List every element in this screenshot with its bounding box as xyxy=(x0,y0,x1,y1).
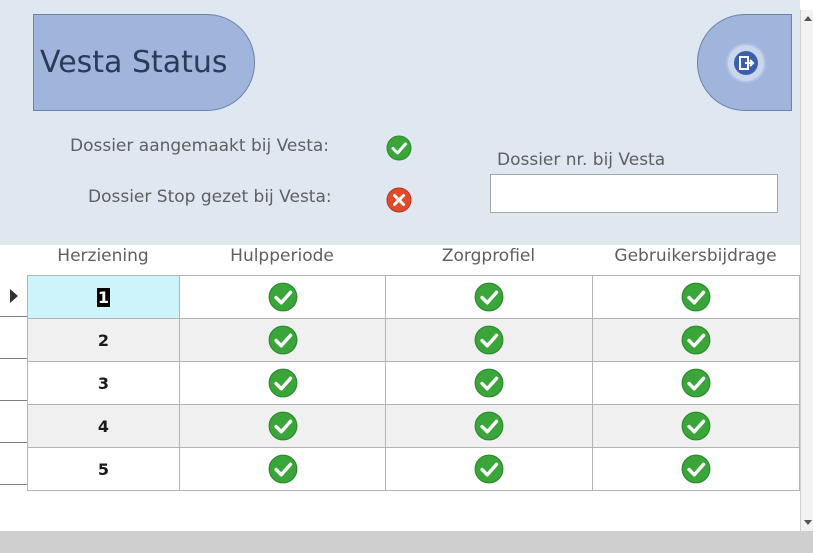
zorgprofiel-cell[interactable] xyxy=(385,275,593,319)
table-row[interactable]: 5 xyxy=(27,447,800,491)
herziening-cell[interactable]: 2 xyxy=(27,318,180,362)
herziening-value: 4 xyxy=(97,416,110,436)
check-icon xyxy=(681,282,711,312)
zorgprofiel-cell[interactable] xyxy=(385,361,593,405)
gebruikersbijdrage-cell[interactable] xyxy=(592,318,800,362)
check-icon xyxy=(681,368,711,398)
gebruikersbijdrage-cell[interactable] xyxy=(592,275,800,319)
gebruikersbijdrage-cell[interactable] xyxy=(592,404,800,448)
column-header-herziening: Herziening xyxy=(57,246,149,266)
row-selector[interactable] xyxy=(0,275,27,317)
error-icon xyxy=(386,187,412,213)
hulpperiode-cell[interactable] xyxy=(179,361,386,405)
dossier-nr-label: Dossier nr. bij Vesta xyxy=(497,150,666,170)
check-icon xyxy=(474,282,504,312)
zorgprofiel-cell[interactable] xyxy=(385,318,593,362)
zorgprofiel-cell[interactable] xyxy=(385,404,593,448)
check-icon xyxy=(268,454,298,484)
check-icon xyxy=(681,325,711,355)
row-selector[interactable] xyxy=(0,359,27,401)
check-icon xyxy=(386,135,412,161)
vertical-scrollbar[interactable] xyxy=(800,10,813,531)
column-header-gebruikersbijdrage: Gebruikersbijdrage xyxy=(614,246,777,266)
table-row[interactable]: 3 xyxy=(27,361,800,405)
exit-icon xyxy=(726,43,766,83)
herziening-grid: 1 2 3 4 5 xyxy=(27,275,800,491)
form-title: Vesta Status xyxy=(33,14,255,111)
stopped-label: Dossier Stop gezet bij Vesta: xyxy=(88,187,332,207)
row-selector[interactable] xyxy=(0,443,27,485)
check-icon xyxy=(474,454,504,484)
gebruikersbijdrage-cell[interactable] xyxy=(592,361,800,405)
hulpperiode-cell[interactable] xyxy=(179,318,386,362)
check-icon xyxy=(681,411,711,441)
herziening-cell[interactable]: 3 xyxy=(27,361,180,405)
column-header-zorgprofiel: Zorgprofiel xyxy=(441,246,536,266)
form-title-text: Vesta Status xyxy=(40,45,228,80)
check-icon xyxy=(268,325,298,355)
check-icon xyxy=(268,411,298,441)
table-row[interactable]: 2 xyxy=(27,318,800,362)
herziening-cell[interactable]: 1 xyxy=(27,275,180,319)
check-icon xyxy=(681,454,711,484)
check-icon xyxy=(474,325,504,355)
row-selector[interactable] xyxy=(0,317,27,359)
herziening-value: 1 xyxy=(96,287,111,307)
gebruikersbijdrage-cell[interactable] xyxy=(592,447,800,491)
hulpperiode-cell[interactable] xyxy=(179,404,386,448)
hulpperiode-cell[interactable] xyxy=(179,447,386,491)
created-label: Dossier aangemaakt bij Vesta: xyxy=(70,136,330,156)
check-icon xyxy=(268,368,298,398)
row-selector[interactable] xyxy=(0,401,27,443)
table-row[interactable]: 4 xyxy=(27,404,800,448)
herziening-value: 3 xyxy=(97,373,110,393)
check-icon xyxy=(268,282,298,312)
dossier-nr-field[interactable] xyxy=(490,174,778,213)
scroll-down-icon[interactable] xyxy=(804,520,812,525)
herziening-cell[interactable]: 4 xyxy=(27,404,180,448)
zorgprofiel-cell[interactable] xyxy=(385,447,593,491)
table-row[interactable]: 1 xyxy=(27,275,800,319)
column-header-hulpperiode: Hulpperiode xyxy=(230,246,334,266)
current-record-arrow-icon xyxy=(10,289,18,303)
check-icon xyxy=(474,368,504,398)
exit-button[interactable] xyxy=(697,14,792,111)
hulpperiode-cell[interactable] xyxy=(179,275,386,319)
scroll-up-icon[interactable] xyxy=(804,16,812,21)
check-icon xyxy=(474,411,504,441)
herziening-value: 2 xyxy=(97,330,110,350)
footer-bar xyxy=(0,531,813,553)
herziening-value: 5 xyxy=(97,459,110,479)
herziening-cell[interactable]: 5 xyxy=(27,447,180,491)
